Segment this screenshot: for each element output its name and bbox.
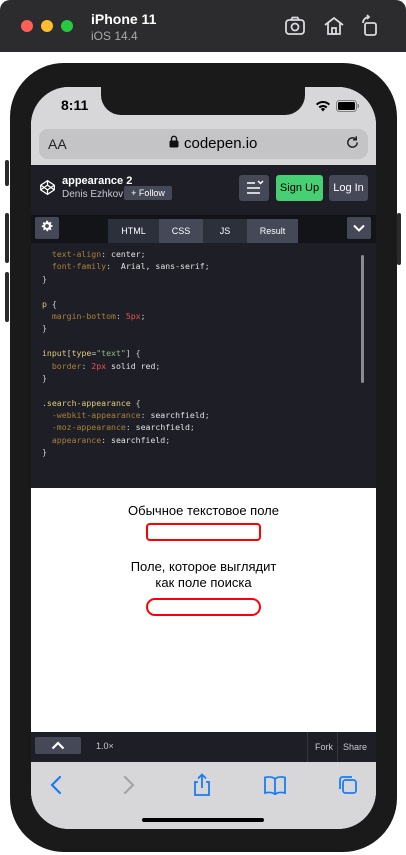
share-button[interactable]: Share: [337, 732, 372, 762]
code-line: -moz-appearance: searchfield;: [42, 422, 195, 433]
share-icon[interactable]: [187, 772, 217, 798]
code-line: border: 2px solid red;: [42, 360, 161, 371]
chevron-up-icon: [51, 737, 65, 755]
os-version: iOS 14.4: [91, 29, 138, 43]
clock: 8:11: [61, 97, 89, 113]
change-view-button[interactable]: [239, 175, 269, 201]
code-line: font-family: Arial, sans-serif;: [42, 261, 210, 272]
sign-up-button[interactable]: Sign Up: [276, 175, 323, 201]
pen-footer: 1.0× Fork Share: [31, 732, 376, 762]
editor-tabbar: HTML CSS JS Result: [31, 215, 376, 243]
code-line: }: [42, 372, 47, 383]
code-line: input[type="text"] {: [42, 348, 141, 359]
fork-button[interactable]: Fork: [307, 732, 340, 762]
code-line: .search-appearance {: [42, 397, 141, 408]
bookmarks-icon[interactable]: [260, 772, 290, 798]
editor-scrollbar[interactable]: [361, 255, 364, 383]
zoom-window-button[interactable]: [61, 20, 73, 32]
expand-console-button[interactable]: [35, 737, 81, 754]
chevron-down-icon: [353, 219, 365, 237]
search-style-input[interactable]: [146, 598, 261, 616]
gear-icon: [41, 219, 53, 237]
tab-result[interactable]: Result: [247, 219, 298, 243]
volume-up-button: [5, 213, 9, 263]
safari-toolbar: [31, 762, 376, 829]
css-code-editor[interactable]: text-align: center; font-family: Arial, …: [31, 243, 376, 488]
code-line: }: [42, 323, 47, 334]
log-in-button[interactable]: Log In: [329, 175, 368, 201]
screenshot-icon[interactable]: [283, 14, 307, 38]
search-field-label: Поле, которое выглядит как поле поиска: [31, 559, 376, 591]
settings-button[interactable]: [35, 217, 59, 239]
code-line: }: [42, 273, 47, 284]
battery-icon: [336, 99, 360, 117]
code-line: text-align: center;: [42, 249, 146, 259]
plain-field-label: Обычное текстовое поле: [128, 503, 279, 518]
search-field-label-line2: как поле поиска: [155, 575, 252, 590]
tab-js[interactable]: JS: [203, 219, 247, 243]
code-line: -webkit-appearance: searchfield;: [42, 410, 210, 421]
tab-css[interactable]: CSS: [159, 219, 203, 243]
tab-html[interactable]: HTML: [108, 219, 159, 243]
codepen-logo-icon[interactable]: [39, 179, 56, 201]
pen-title[interactable]: appearance 2: [62, 175, 132, 187]
side-button: [397, 213, 401, 265]
code-line: p {: [42, 298, 57, 309]
wifi-icon: [315, 99, 331, 117]
reload-icon[interactable]: [345, 135, 360, 155]
search-field-label-line1: Поле, которое выглядит: [130, 559, 277, 574]
simulator-toolbar: iPhone 11 iOS 14.4: [0, 0, 406, 52]
code-line: margin-bottom: 5px;: [42, 310, 146, 321]
mute-switch: [5, 160, 9, 186]
notch: [101, 87, 305, 115]
close-window-button[interactable]: [21, 20, 33, 32]
pen-author[interactable]: Denis Ezhkov: [62, 189, 123, 200]
lock-icon: [169, 135, 179, 152]
result-preview: Обычное текстовое поле Поле, которое выг…: [31, 488, 376, 732]
codepen-header: appearance 2 Denis Ezhkov + Follow Sign …: [31, 165, 376, 215]
forward-icon[interactable]: [114, 772, 144, 798]
collapse-editor-button[interactable]: [347, 217, 371, 239]
safari-address-area: AA codepen.io: [31, 127, 376, 165]
zoom-level[interactable]: 1.0×: [96, 741, 114, 751]
follow-button[interactable]: + Follow: [124, 186, 172, 200]
plain-text-input[interactable]: [146, 523, 261, 541]
text-size-button[interactable]: AA: [48, 136, 67, 152]
back-icon[interactable]: [41, 772, 71, 798]
device-name: iPhone 11: [91, 11, 157, 27]
rotate-icon[interactable]: [358, 14, 382, 38]
home-icon[interactable]: [322, 14, 346, 38]
address-bar[interactable]: AA codepen.io: [39, 129, 368, 159]
minimize-window-button[interactable]: [41, 20, 53, 32]
tabs-icon[interactable]: [333, 772, 363, 798]
code-line: appearance: searchfield;: [42, 434, 171, 445]
home-indicator[interactable]: [142, 818, 264, 822]
code-line: }: [42, 447, 47, 458]
phone-screen: 8:11 AA codepen.io appearance 2 Denis Ez…: [31, 87, 376, 829]
url-text: codepen.io: [184, 135, 258, 152]
volume-down-button: [5, 272, 9, 322]
layout-icon: [239, 180, 269, 205]
